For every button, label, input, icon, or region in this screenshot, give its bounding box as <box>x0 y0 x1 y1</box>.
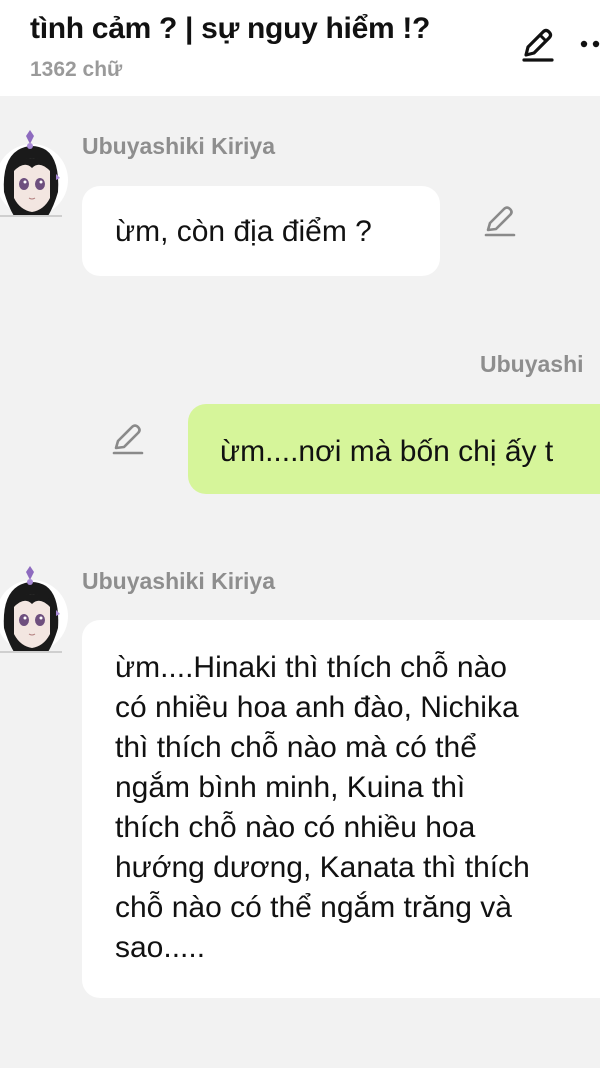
message-line: thì thích chỗ nào mà có thể <box>115 731 477 764</box>
message-text: ừm, còn địa điểm ? <box>115 215 372 248</box>
avatar[interactable] <box>0 124 68 222</box>
message-bubble[interactable]: ừm, còn địa điểm ? <box>82 186 440 276</box>
story-title[interactable]: tình cảm ? | sự nguy hiểm !? <box>30 12 430 46</box>
message-line: thích chỗ nào có nhiều hoa <box>115 811 476 844</box>
avatar[interactable] <box>0 560 68 658</box>
sender-name: Ubuyashiki Kiriya <box>82 568 276 594</box>
message-line: ngắm bình minh, Kuina thì <box>115 771 466 804</box>
message-line: có nhiều hoa anh đào, Nichika <box>115 691 519 724</box>
sender-name: Ubuyashiki Kiriya <box>82 133 276 159</box>
word-count: 1362 chữ <box>30 58 123 81</box>
more-vertical-icon[interactable] <box>578 28 600 62</box>
message-line: sao..... <box>115 931 206 964</box>
message-bubble[interactable]: ừm....nơi mà bốn chị ấy t <box>188 404 600 494</box>
pen-icon[interactable] <box>518 26 556 64</box>
message-line: hướng dương, Kanata thì thích <box>115 851 530 884</box>
pen-icon[interactable] <box>110 422 146 458</box>
message-text: ừm....Hinaki thì thích chỗ nào có nhiều … <box>115 648 530 968</box>
message-text: ừm....nơi mà bốn chị ấy t <box>220 435 554 468</box>
message-bubble[interactable]: ừm....Hinaki thì thích chỗ nào có nhiều … <box>82 620 600 998</box>
header-bar: tình cảm ? | sự nguy hiểm !? 1362 chữ <box>0 0 600 96</box>
sender-name: Ubuyashi <box>480 351 584 377</box>
message-line: chỗ nào có thể ngắm trăng và <box>115 891 512 924</box>
story-editor-screen: tình cảm ? | sự nguy hiểm !? 1362 chữ Ub… <box>0 0 600 1068</box>
message-line: ừm....Hinaki thì thích chỗ nào <box>115 651 507 684</box>
pen-icon[interactable] <box>482 204 518 240</box>
